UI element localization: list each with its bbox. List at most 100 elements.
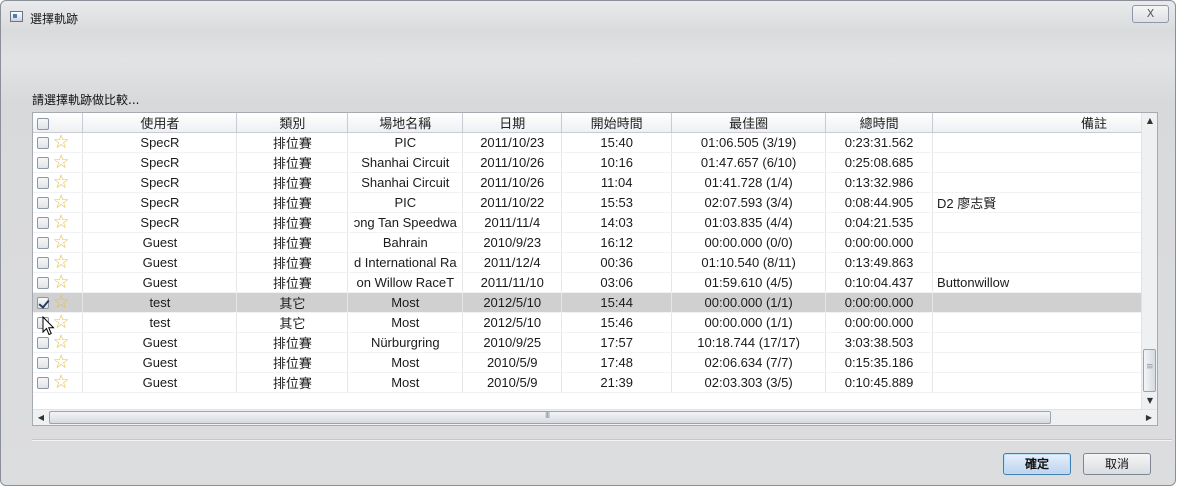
- favorite-star-icon[interactable]: ☆: [53, 293, 70, 312]
- table-row[interactable]: ☆ SpecR 排位賽 ɔng Tan Speedwa 2011/11/4 14:03 01…: [33, 212, 1142, 233]
- row-checkbox[interactable]: [37, 196, 49, 209]
- table-row[interactable]: ☆ Guest 排位賽 d International Ra 2011/12/4 00:3…: [33, 252, 1142, 273]
- favorite-star-icon[interactable]: ☆: [53, 353, 70, 372]
- window-app-icon: [10, 11, 23, 22]
- row-checkbox[interactable]: [37, 336, 49, 349]
- cell-venue: Most: [347, 292, 464, 313]
- vertical-scroll-thumb[interactable]: [1143, 349, 1156, 392]
- cell-note: [932, 352, 1142, 373]
- mouse-cursor-icon: [42, 316, 55, 336]
- cancel-button[interactable]: 取消: [1083, 453, 1151, 475]
- cell-select: ☆: [33, 212, 84, 233]
- scroll-down-arrow-icon[interactable]: ▼: [1142, 393, 1157, 409]
- favorite-star-icon[interactable]: ☆: [53, 373, 70, 392]
- scroll-right-arrow-icon[interactable]: ▶: [1141, 410, 1157, 425]
- header-start-time[interactable]: 開始時間: [561, 113, 673, 133]
- favorite-star-icon[interactable]: ☆: [53, 333, 70, 352]
- cell-total-time: 0:00:00.000: [825, 292, 934, 313]
- header-note[interactable]: 備註: [932, 113, 1142, 133]
- favorite-star-icon[interactable]: ☆: [53, 153, 70, 172]
- cell-venue: Nürburgring: [347, 332, 464, 353]
- table-row[interactable]: ☆ SpecR 排位賽 PIC 2011/10/22 15:53 02:07.593 (3/…: [33, 192, 1142, 213]
- row-checkbox[interactable]: [37, 256, 49, 269]
- cell-start-time: 16:12: [561, 232, 673, 253]
- cell-venue: Bahrain: [347, 232, 464, 253]
- row-checkbox[interactable]: [37, 376, 49, 389]
- favorite-star-icon[interactable]: ☆: [53, 273, 70, 292]
- cell-best-lap: 01:47.657 (6/10): [671, 152, 827, 173]
- cell-category: 其它: [236, 312, 349, 333]
- cell-category: 排位賽: [236, 212, 349, 233]
- horizontal-scroll-thumb[interactable]: [49, 411, 1051, 424]
- cell-total-time: 3:03:38.503: [825, 332, 934, 353]
- favorite-star-icon[interactable]: ☆: [53, 193, 70, 212]
- cell-best-lap: 00:00.000 (1/1): [671, 292, 827, 313]
- cell-date: 2011/11/10: [462, 272, 563, 293]
- cell-date: 2011/10/26: [462, 152, 563, 173]
- favorite-star-icon[interactable]: ☆: [53, 253, 70, 272]
- cell-date: 2011/10/26: [462, 172, 563, 193]
- cell-category: 排位賽: [236, 192, 349, 213]
- scroll-up-arrow-icon[interactable]: ▲: [1142, 113, 1157, 129]
- cell-total-time: 0:00:00.000: [825, 312, 934, 333]
- cell-category: 其它: [236, 292, 349, 313]
- cell-date: 2010/5/9: [462, 372, 563, 393]
- table-row[interactable]: ☆ test 其它 Most 2012/5/10 15:44 00:00.000 (1/1)…: [33, 292, 1142, 313]
- scroll-left-arrow-icon[interactable]: ◀: [33, 410, 49, 425]
- cell-note: [932, 312, 1142, 333]
- header-category[interactable]: 類別: [236, 113, 349, 133]
- row-checkbox[interactable]: [37, 156, 49, 169]
- cell-venue: ɔng Tan Speedwa: [347, 212, 464, 233]
- row-checkbox[interactable]: [37, 136, 49, 149]
- row-checkbox[interactable]: [37, 236, 49, 249]
- table-row[interactable]: ☆ Guest 排位賽 on Willow RaceT 2011/11/10 03:06 0…: [33, 272, 1142, 293]
- header-total-time[interactable]: 總時間: [825, 113, 934, 133]
- table-row[interactable]: ☆ SpecR 排位賽 Shanhai Circuit 2011/10/26 11:04 0…: [33, 172, 1142, 193]
- row-checkbox[interactable]: [37, 276, 49, 289]
- cell-select: ☆: [33, 332, 84, 353]
- header-user[interactable]: 使用者: [82, 113, 238, 133]
- cell-best-lap: 02:07.593 (3/4): [671, 192, 827, 213]
- row-checkbox[interactable]: [37, 216, 49, 229]
- table-row[interactable]: ☆ Guest 排位賽 Bahrain 2010/9/23 16:12 00:00.000 …: [33, 232, 1142, 253]
- cell-total-time: 0:00:00.000: [825, 232, 934, 253]
- header-select-all[interactable]: [33, 113, 84, 133]
- table-row[interactable]: ☆ SpecR 排位賽 PIC 2011/10/23 15:40 01:06.505 (3/…: [33, 132, 1142, 153]
- header-date[interactable]: 日期: [462, 113, 563, 133]
- row-checkbox[interactable]: [37, 176, 49, 189]
- table-row[interactable]: ☆ Guest 排位賽 Nürburgring 2010/9/25 17:57 10:18.…: [33, 332, 1142, 353]
- cell-select: ☆: [33, 252, 84, 273]
- cell-note: [932, 212, 1142, 233]
- cell-venue: d International Ra: [347, 252, 464, 273]
- row-checkbox[interactable]: [37, 356, 49, 369]
- cell-user: Guest: [82, 332, 238, 353]
- cell-select: ☆: [33, 292, 84, 313]
- cell-note: Buttonwillow: [932, 272, 1142, 293]
- cell-user: Guest: [82, 232, 238, 253]
- cell-start-time: 17:57: [561, 332, 673, 353]
- favorite-star-icon[interactable]: ☆: [53, 213, 70, 232]
- close-button[interactable]: X: [1132, 5, 1169, 23]
- vertical-scrollbar[interactable]: ▲ ▼: [1141, 113, 1157, 409]
- select-prompt: 請選擇軌跡做比較...: [32, 93, 140, 107]
- cell-venue: PIC: [347, 192, 464, 213]
- cell-select: ☆: [33, 172, 84, 193]
- header-best-lap[interactable]: 最佳圈: [671, 113, 827, 133]
- row-checkbox[interactable]: [37, 296, 49, 309]
- favorite-star-icon[interactable]: ☆: [53, 173, 70, 192]
- table-row[interactable]: ☆ Guest 排位賽 Most 2010/5/9 17:48 02:06.634 (7/7…: [33, 352, 1142, 373]
- horizontal-scrollbar[interactable]: ◀ ▶: [33, 409, 1157, 425]
- favorite-star-icon[interactable]: ☆: [53, 133, 70, 152]
- header-venue[interactable]: 場地名稱: [347, 113, 464, 133]
- ok-button[interactable]: 確定: [1003, 453, 1071, 475]
- cell-user: SpecR: [82, 212, 238, 233]
- cell-user: SpecR: [82, 192, 238, 213]
- cell-total-time: 0:08:44.905: [825, 192, 934, 213]
- table-row[interactable]: ☆ SpecR 排位賽 Shanhai Circuit 2011/10/26 10:16 0…: [33, 152, 1142, 173]
- cell-note: D2 廖志賢: [932, 192, 1142, 213]
- favorite-star-icon[interactable]: ☆: [53, 233, 70, 252]
- cell-best-lap: 01:06.505 (3/19): [671, 132, 827, 153]
- select-all-checkbox[interactable]: [37, 117, 49, 130]
- table-row[interactable]: ☆ Guest 排位賽 Most 2010/5/9 21:39 02:03.303 (3/5…: [33, 372, 1142, 393]
- table-row[interactable]: ☆ test 其它 Most 2012/5/10 15:46 00:00.000 (1/1)…: [33, 312, 1142, 333]
